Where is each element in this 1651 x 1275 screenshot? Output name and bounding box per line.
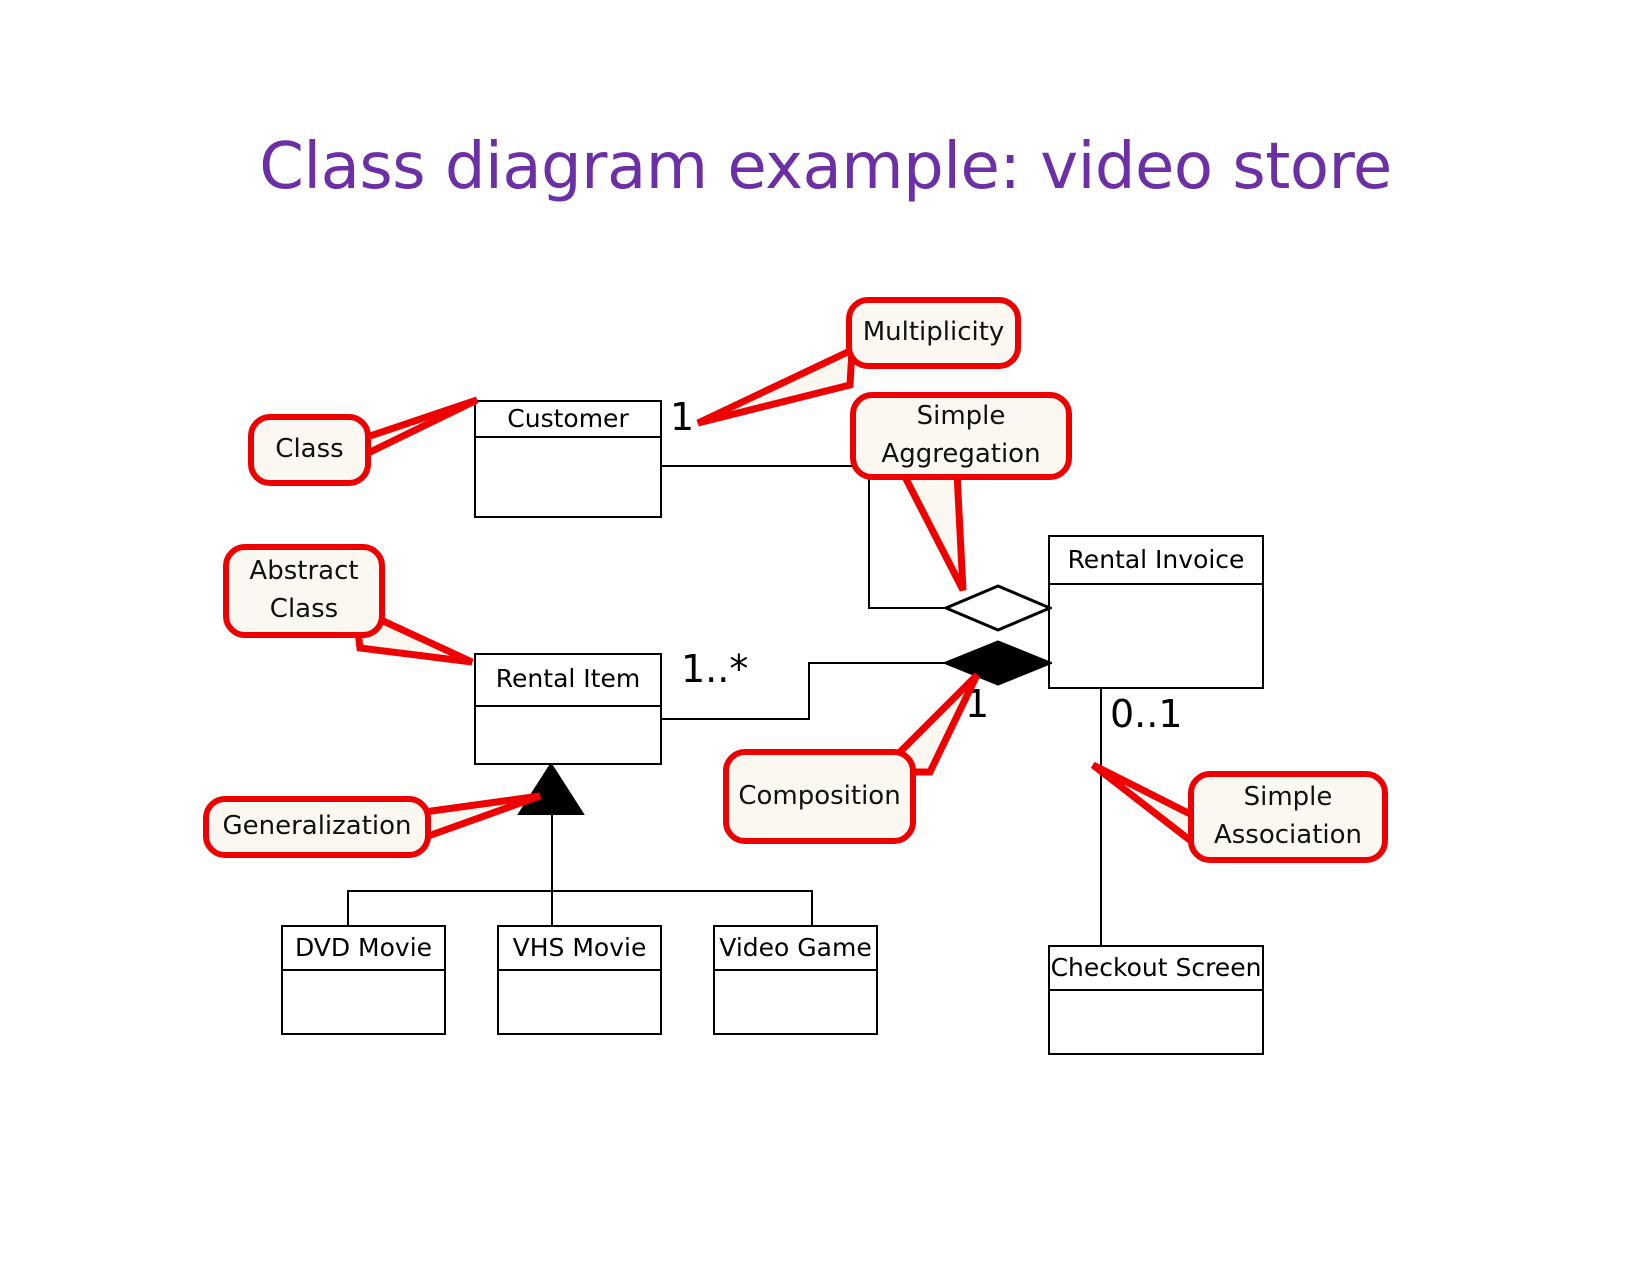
- callout-tail-generalization: [413, 792, 542, 844]
- callout-simple-association-line-1: Simple: [1243, 782, 1333, 813]
- class-attributes-rental-invoice: [1050, 585, 1262, 689]
- page-title: Class diagram example: video store: [259, 130, 1392, 204]
- callout-abstract-class-line-2: Class: [269, 594, 339, 624]
- callout-tail-class: [353, 396, 479, 464]
- class-name-video-game: Video Game: [715, 927, 876, 971]
- multiplicity-invoice-association-end: 0..1: [1110, 692, 1183, 736]
- callout-generalization-line-1: Generalization: [222, 811, 412, 842]
- connector-item-invoice-v: [808, 662, 810, 720]
- callout-abstract-class[interactable]: Abstract Class: [223, 544, 385, 638]
- callout-abstract-class-line-1: Abstract: [249, 556, 359, 587]
- class-box-video-game[interactable]: Video Game: [713, 925, 878, 1035]
- class-attributes-video-game: [715, 971, 876, 1033]
- class-name-dvd-movie: DVD Movie: [283, 927, 444, 971]
- class-name-rental-item: Rental Item: [476, 655, 660, 707]
- connector-customer-invoice-v: [868, 465, 870, 607]
- callout-tail-multiplicity: [696, 344, 856, 427]
- class-box-rental-item[interactable]: Rental Item: [474, 653, 662, 765]
- callout-simple-aggregation[interactable]: Simple Aggregation: [850, 392, 1072, 480]
- class-box-dvd-movie[interactable]: DVD Movie: [281, 925, 446, 1035]
- multiplicity-rental-item-end: 1..*: [681, 647, 749, 691]
- class-attributes-checkout-screen: [1050, 991, 1262, 1053]
- class-attributes-customer: [476, 438, 660, 516]
- callout-simple-association[interactable]: Simple Association: [1188, 771, 1388, 863]
- class-attributes-dvd-movie: [283, 971, 444, 1033]
- class-name-rental-invoice: Rental Invoice: [1050, 537, 1262, 585]
- callout-class[interactable]: Class: [248, 414, 371, 486]
- class-attributes-rental-item: [476, 707, 660, 765]
- callout-composition-line-1: Composition: [738, 780, 901, 811]
- callout-generalization[interactable]: Generalization: [203, 796, 431, 858]
- connector-item-invoice-h1: [660, 718, 810, 720]
- class-box-customer[interactable]: Customer: [474, 400, 662, 518]
- callout-simple-aggregation-line-2: Aggregation: [881, 439, 1041, 469]
- callout-composition[interactable]: Composition: [723, 749, 916, 844]
- connector-gen-bus: [347, 890, 812, 892]
- slide-canvas: Class diagram example: video store Custo…: [0, 0, 1651, 1275]
- connector-customer-invoice-h2: [868, 607, 946, 609]
- callout-tail-simple-aggregation: [897, 469, 967, 592]
- class-attributes-vhs-movie: [499, 971, 660, 1033]
- connector-gen-stem: [551, 813, 553, 925]
- callout-multiplicity[interactable]: Multiplicity: [846, 297, 1021, 369]
- class-box-vhs-movie[interactable]: VHS Movie: [497, 925, 662, 1035]
- class-name-customer: Customer: [476, 402, 660, 438]
- callout-simple-aggregation-line-1: Simple: [916, 401, 1006, 432]
- callout-class-line-1: Class: [275, 434, 344, 465]
- connector-gen-video-game: [811, 890, 813, 925]
- class-name-vhs-movie: VHS Movie: [499, 927, 660, 971]
- connector-customer-invoice-h1: [660, 465, 870, 467]
- callout-multiplicity-line-1: Multiplicity: [862, 317, 1005, 348]
- connector-item-invoice-h2: [808, 662, 948, 664]
- callout-simple-association-line-2: Association: [1213, 820, 1363, 850]
- class-box-rental-invoice[interactable]: Rental Invoice: [1048, 535, 1264, 689]
- connector-gen-dvd: [347, 890, 349, 925]
- class-name-checkout-screen: Checkout Screen: [1050, 947, 1262, 991]
- class-box-checkout-screen[interactable]: Checkout Screen: [1048, 945, 1264, 1055]
